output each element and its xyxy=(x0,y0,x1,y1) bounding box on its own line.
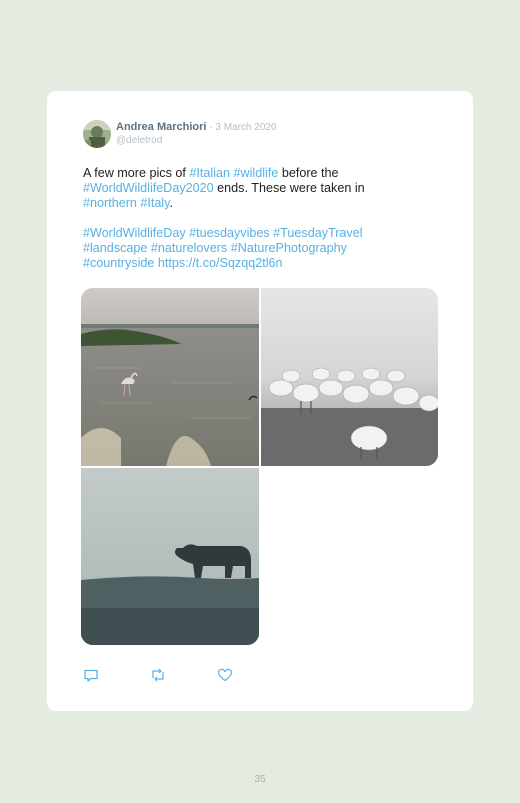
tweet-text: A few more pics of #Italian #wildlife be… xyxy=(83,166,428,271)
hashtag-wildlife[interactable]: #wildlife xyxy=(234,166,279,180)
like-icon[interactable] xyxy=(217,667,233,683)
tweet-card: Andrea Marchiori · 3 March 2020 @deletro… xyxy=(47,91,473,711)
tweet-text-segment: ends. These were taken in xyxy=(213,181,365,195)
hashtag-landscape[interactable]: #landscape xyxy=(83,241,147,255)
hashtag-italy[interactable]: #Italy xyxy=(140,196,169,210)
hashtag-countryside[interactable]: #countryside xyxy=(83,256,154,270)
text-period: . xyxy=(169,196,174,210)
hashtag-italian[interactable]: #Italian xyxy=(189,166,230,180)
page-number: 35 xyxy=(254,774,266,785)
tweet-text-segment: A few more pics of xyxy=(83,166,190,180)
hashtag-northern[interactable]: #northern xyxy=(83,196,137,210)
photo-flamingo[interactable] xyxy=(81,288,259,466)
reply-icon[interactable] xyxy=(83,667,99,683)
hashtag-tuesdaytravel[interactable]: #TuesdayTravel xyxy=(273,226,362,240)
hashtag-naturelovers[interactable]: #naturelovers xyxy=(151,241,227,255)
avatar[interactable] xyxy=(83,120,111,148)
hashtag-worldwildlifeday2020[interactable]: #WorldWildlifeDay2020 xyxy=(83,181,214,195)
retweet-icon[interactable] xyxy=(150,667,166,683)
tweet-date[interactable]: 3 March 2020 xyxy=(215,122,276,133)
hashtag-tuesdayvibes[interactable]: #tuesdayvibes xyxy=(189,226,270,240)
author-handle[interactable]: @deletrod xyxy=(116,135,162,146)
hashtag-worldwildlifeday[interactable]: #WorldWildlifeDay xyxy=(83,226,186,240)
tweet-link[interactable]: https://t.co/Sqzqq2tl6n xyxy=(158,256,283,270)
photo-sheep-flock[interactable] xyxy=(261,288,438,466)
media-grid xyxy=(81,288,439,645)
author-row: Andrea Marchiori · 3 March 2020 xyxy=(116,121,277,133)
hashtag-naturephotography[interactable]: #NaturePhotography xyxy=(231,241,347,255)
author-name[interactable]: Andrea Marchiori xyxy=(116,121,206,133)
tweet-text-segment: before the xyxy=(278,166,339,180)
photo-cow-silhouette[interactable] xyxy=(81,468,259,645)
